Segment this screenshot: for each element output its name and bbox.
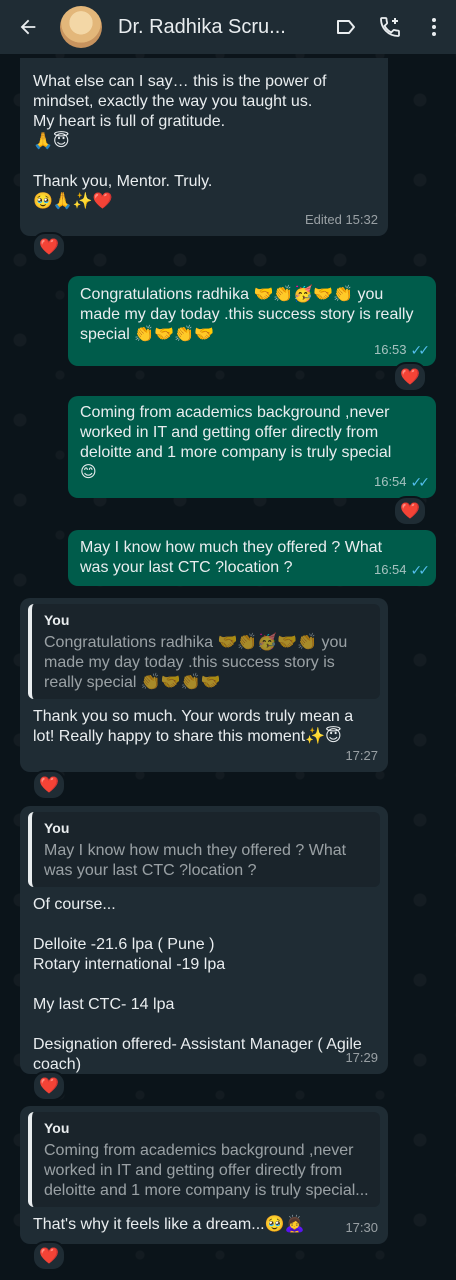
quote-text: Coming from academics background ,never … [44,1142,369,1199]
outgoing-message[interactable]: Coming from academics background ,never … [68,396,436,498]
incoming-message[interactable]: You Coming from academics background ,ne… [20,1106,388,1244]
message-text: Of course... Delloite -21.6 lpa ( Pune )… [33,896,362,1073]
message-time: 16:54 ✓✓ [373,562,431,578]
read-ticks-icon: ✓✓ [410,474,431,490]
quoted-message[interactable]: You May I know how much they offered ? W… [28,812,380,887]
quoted-message[interactable]: You Coming from academics background ,ne… [28,1112,380,1207]
message-text: Coming from academics background ,never … [80,404,392,481]
avatar[interactable] [60,6,102,48]
message-time: 16:54 ✓✓ [373,474,431,490]
reaction-badge[interactable]: ❤️ [32,1071,66,1101]
label-icon[interactable] [324,0,368,54]
chat-header: Dr. Radhika Scru... [0,0,456,54]
outgoing-message[interactable]: May I know how much they offered ? What … [68,530,436,586]
add-call-icon[interactable] [368,0,412,54]
message-text: That's why it feels like a dream...🥹🙇‍♀️ [33,1216,305,1233]
message-time: 17:30 [345,1220,378,1235]
incoming-message[interactable]: You Congratulations radhika 🤝👏🥳🤝👏 you ma… [20,598,388,772]
more-vertical-icon[interactable] [412,0,456,54]
quote-author: You [44,820,70,836]
incoming-message[interactable]: You May I know how much they offered ? W… [20,806,388,1074]
message-time: 17:27 [345,748,378,763]
quote-text: Congratulations radhika 🤝👏🥳🤝👏 you made m… [44,634,348,691]
quote-author: You [44,1120,70,1136]
quote-text: May I know how much they offered ? What … [44,842,347,879]
message-time: 17:29 [345,1050,378,1065]
incoming-message[interactable]: What else can I say… this is the power o… [20,58,388,236]
message-time: 16:53 ✓✓ [373,342,431,358]
message-text: Thank you so much. Your words truly mean… [33,708,354,745]
message-text: What else can I say… this is the power o… [33,73,327,210]
contact-name[interactable]: Dr. Radhika Scru... [118,16,288,39]
outgoing-message[interactable]: Congratulations radhika 🤝👏🥳🤝👏 you made m… [68,276,436,366]
reaction-badge[interactable]: ❤️ [32,232,66,262]
reaction-badge[interactable]: ❤️ [393,362,427,392]
read-ticks-icon: ✓✓ [410,342,431,358]
reaction-badge[interactable]: ❤️ [393,496,427,526]
message-text: May I know how much they offered ? What … [80,539,383,576]
quoted-message[interactable]: You Congratulations radhika 🤝👏🥳🤝👏 you ma… [28,604,380,699]
reaction-badge[interactable]: ❤️ [32,1241,66,1271]
read-ticks-icon: ✓✓ [410,562,431,578]
message-text: Congratulations radhika 🤝👏🥳🤝👏 you made m… [80,286,414,343]
quote-author: You [44,612,70,628]
reaction-badge[interactable]: ❤️ [32,770,66,800]
message-time: Edited 15:32 [304,212,378,227]
back-arrow-icon[interactable] [6,0,50,54]
